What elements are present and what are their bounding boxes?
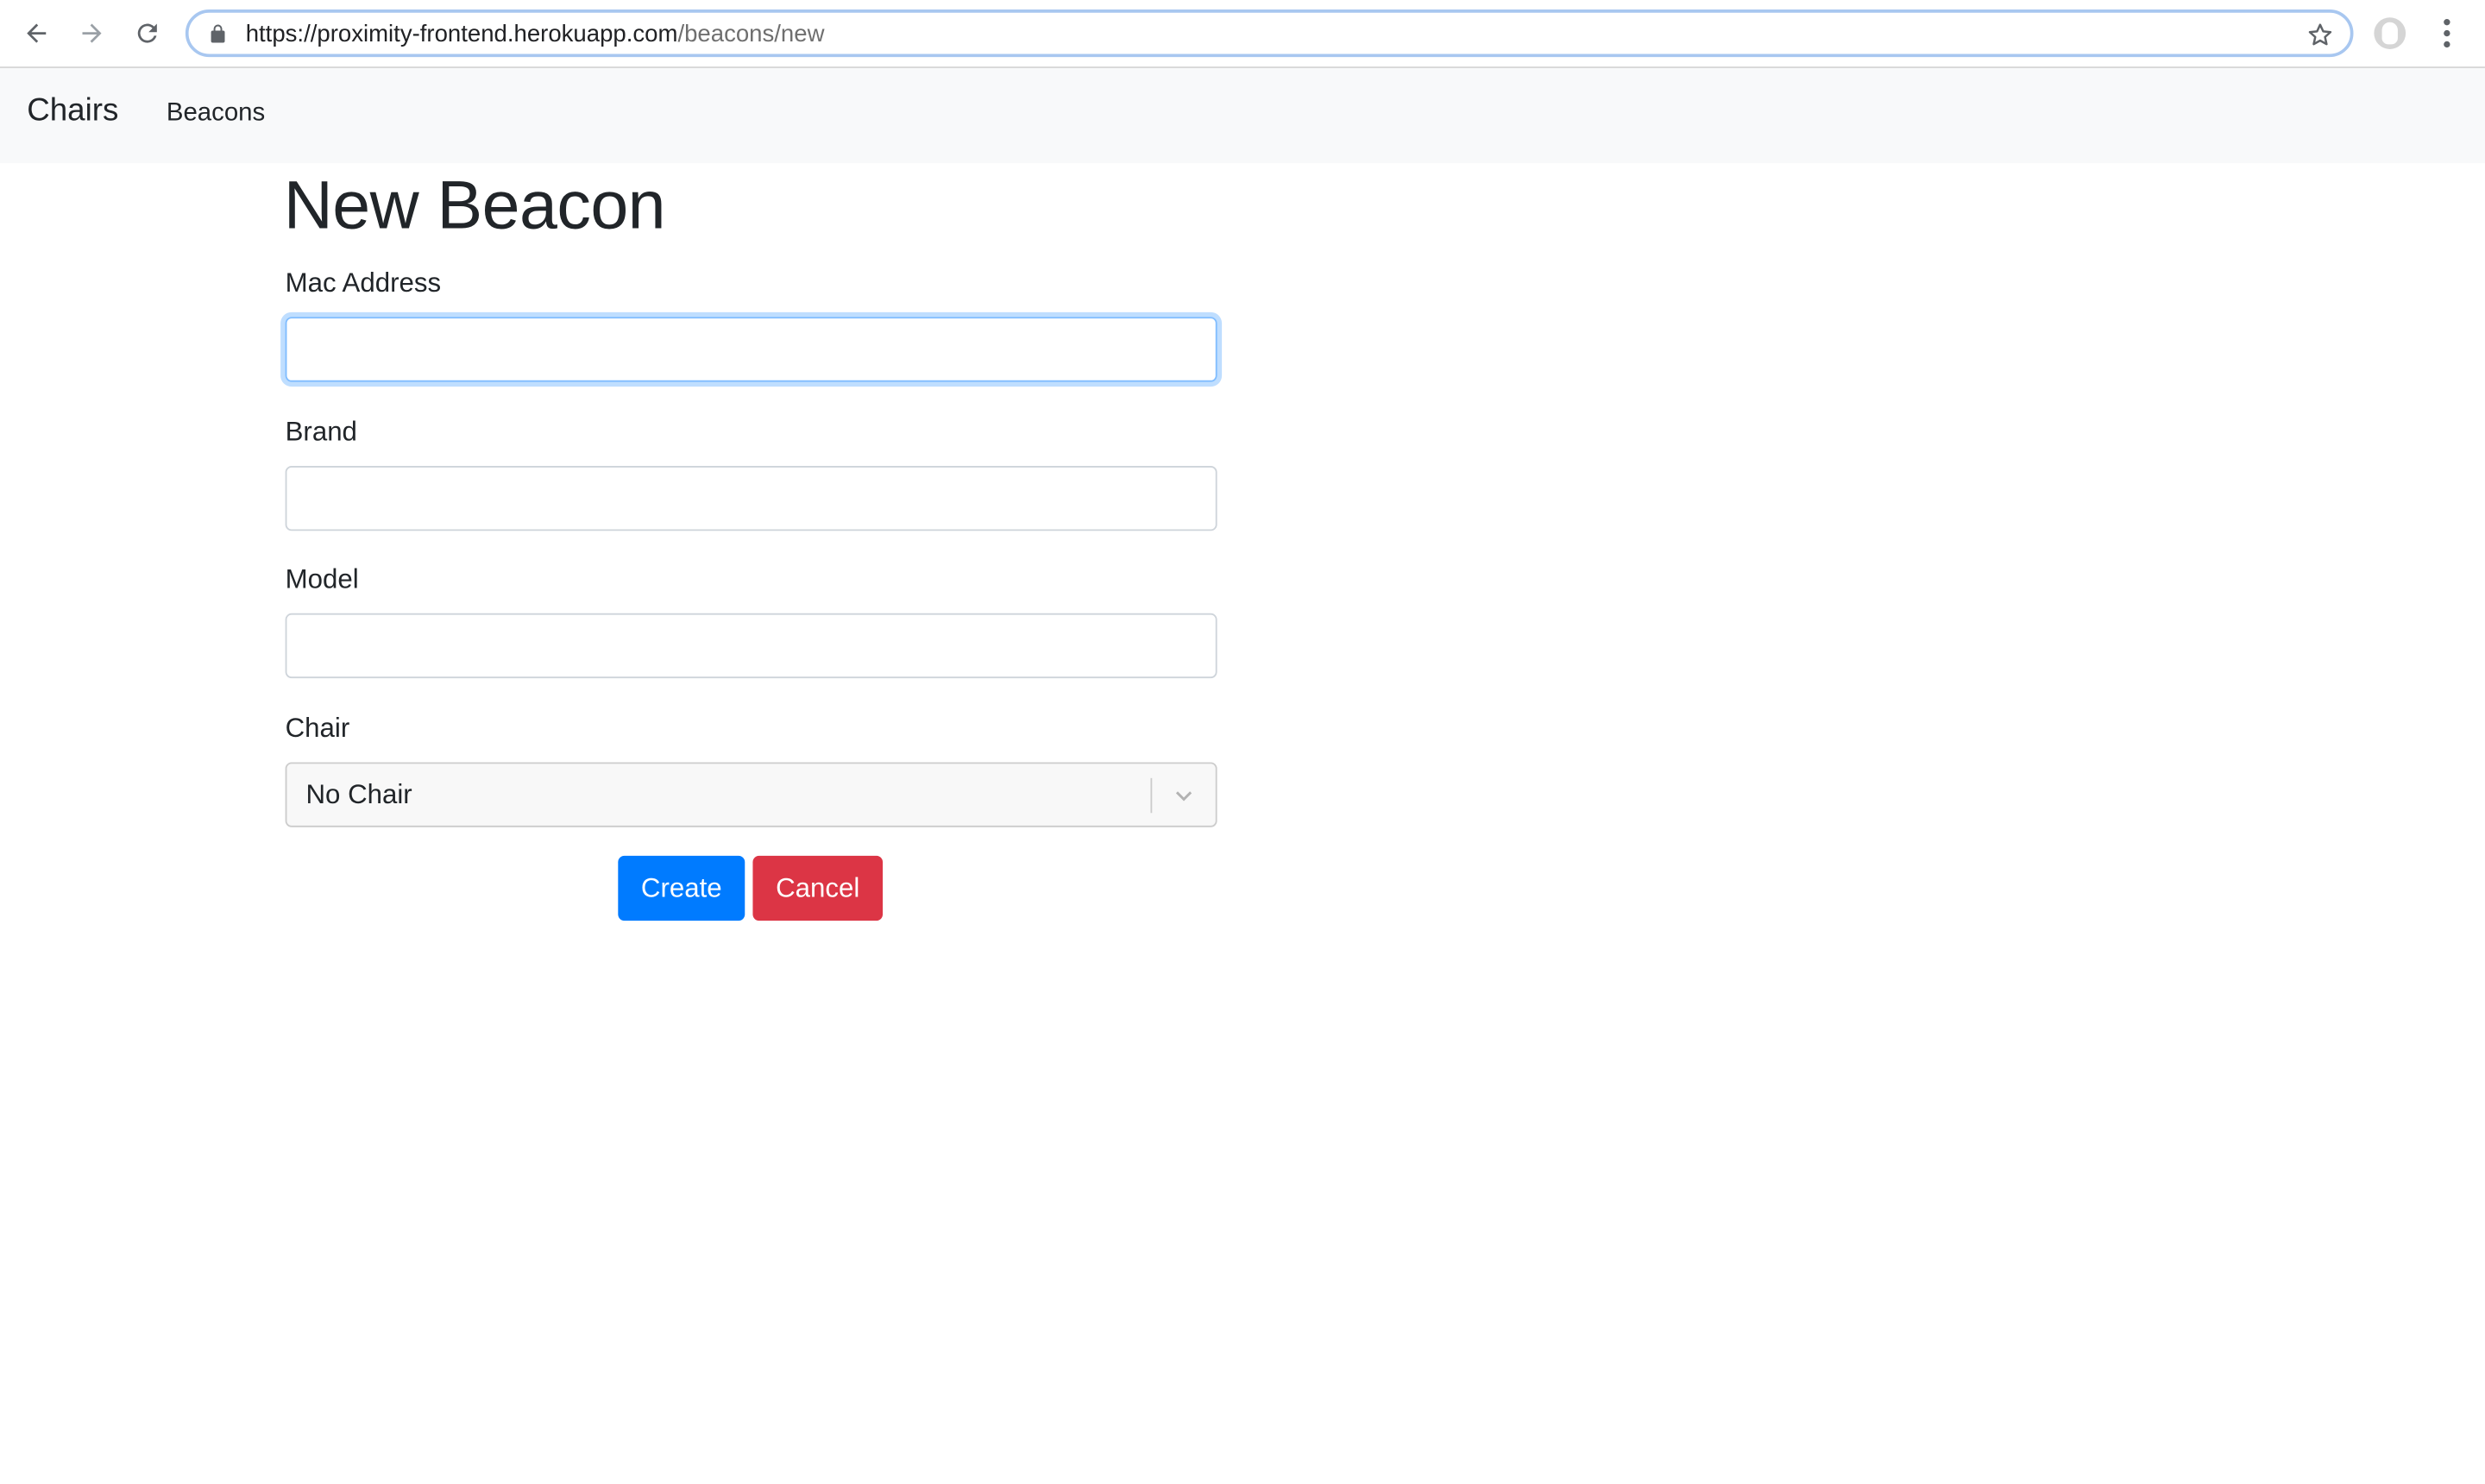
brand-label: Brand	[285, 417, 357, 447]
mac-address-label: Mac Address	[285, 267, 442, 299]
url-text: https://proximity-frontend.herokuapp.com…	[246, 20, 825, 47]
forward-button[interactable]	[74, 16, 109, 50]
brand-input[interactable]	[285, 465, 1217, 531]
profile-icon[interactable]	[2374, 17, 2406, 49]
create-button[interactable]: Create	[618, 855, 746, 921]
address-bar[interactable]: https://proximity-frontend.herokuapp.com…	[185, 9, 2354, 58]
cancel-button[interactable]: Cancel	[752, 855, 884, 921]
model-input[interactable]	[285, 613, 1217, 679]
chair-select-value: No Chair	[305, 778, 412, 809]
browser-toolbar: https://proximity-frontend.herokuapp.com…	[0, 0, 2485, 68]
url-host: https://proximity-frontend.herokuapp.com	[245, 19, 678, 47]
page-title: New Beacon	[283, 167, 666, 244]
reload-button[interactable]	[130, 16, 165, 50]
chair-select[interactable]: No Chair	[285, 762, 1217, 827]
back-arrow-icon	[27, 23, 47, 43]
app-navbar: Chairs Beacons	[0, 67, 2485, 164]
lock-icon	[208, 22, 230, 45]
chevron-down-icon[interactable]	[1152, 763, 1215, 826]
url-path: /beacons/new	[677, 19, 825, 47]
menu-dots-icon[interactable]	[2432, 19, 2461, 48]
forward-arrow-icon	[82, 23, 102, 43]
model-label: Model	[285, 563, 359, 594]
chair-label: Chair	[285, 713, 350, 744]
reload-icon	[137, 23, 157, 43]
mac-address-input[interactable]	[285, 317, 1217, 382]
nav-link-beacons[interactable]: Beacons	[167, 100, 265, 129]
navbar-brand[interactable]: Chairs	[27, 93, 118, 129]
star-icon[interactable]	[2306, 21, 2334, 49]
back-button[interactable]	[19, 16, 53, 50]
